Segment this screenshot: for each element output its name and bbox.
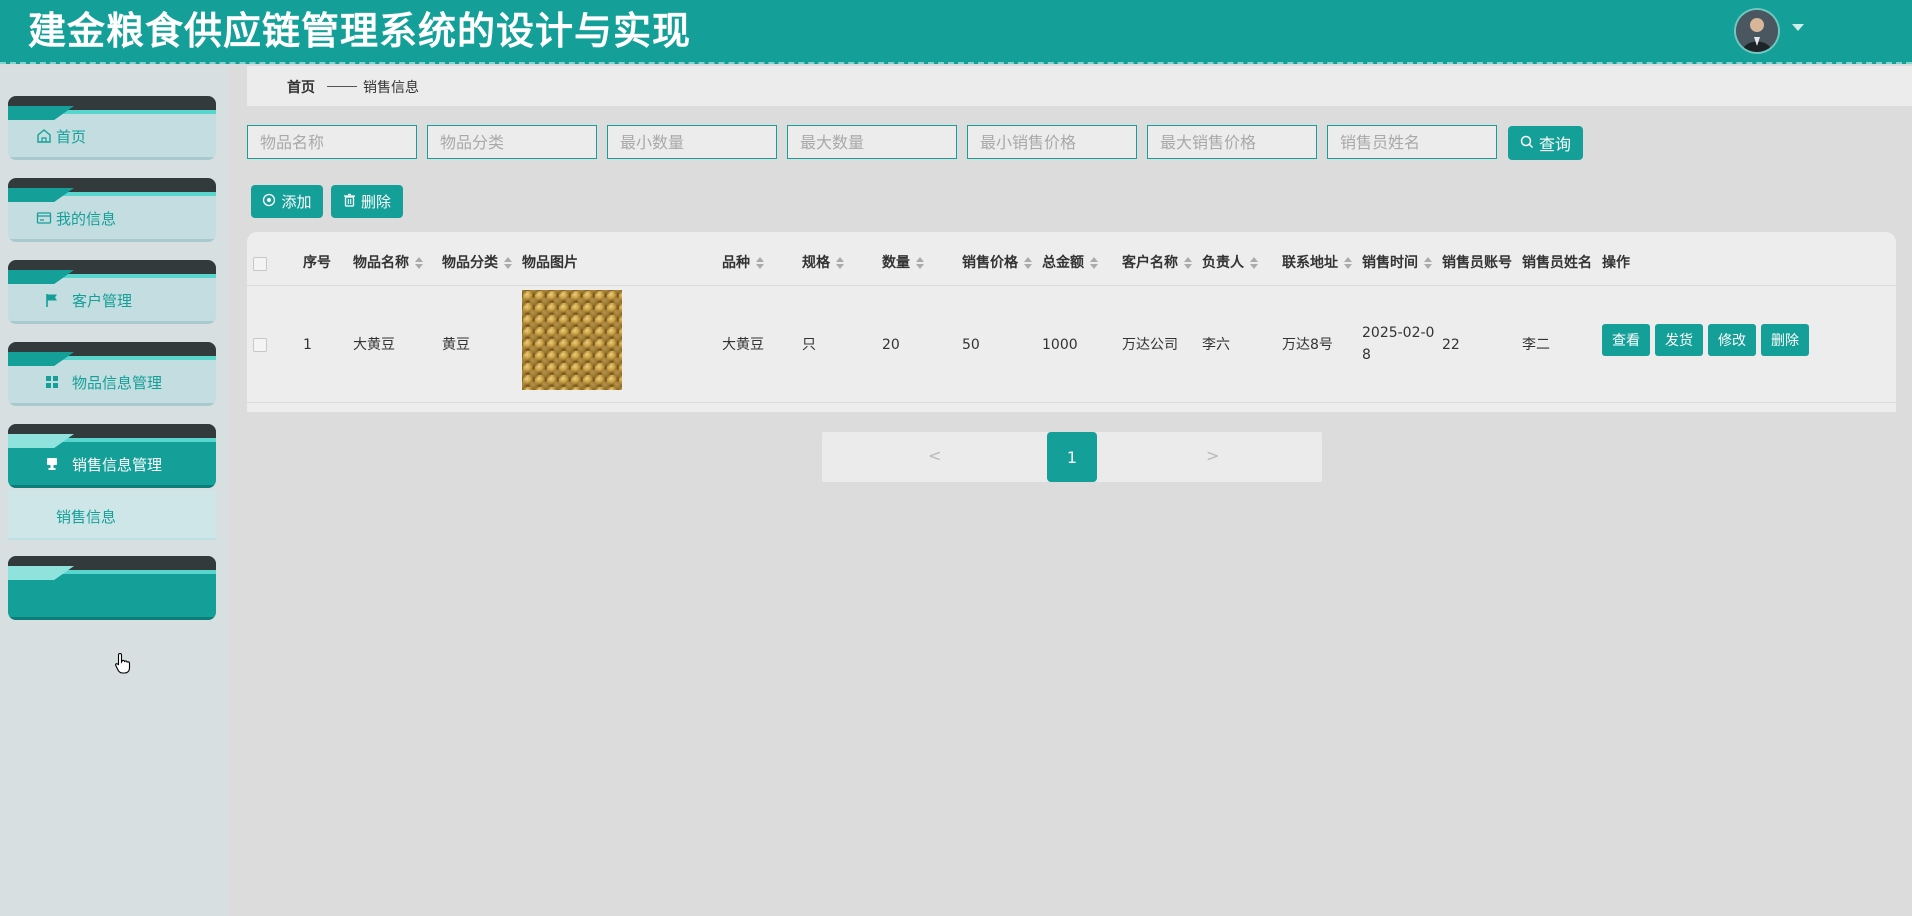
column-header-sortable[interactable]: 物品名称: [353, 254, 423, 272]
home-icon: [36, 128, 52, 144]
sidebar-item-sales[interactable]: 销售信息管理: [8, 424, 216, 488]
stamp-icon: [44, 456, 60, 472]
ship-button[interactable]: 发货: [1655, 324, 1703, 356]
sidebar-item-label: 我的信息: [56, 210, 117, 228]
cell-category: 黄豆: [442, 337, 470, 353]
breadcrumb: 首页 销售信息: [247, 66, 1912, 106]
sidebar-item-customer[interactable]: 客户管理: [8, 260, 216, 324]
cell-customer: 万达公司: [1122, 337, 1178, 353]
max-quantity-input[interactable]: [787, 125, 957, 159]
header-divider: [247, 285, 1896, 286]
breadcrumb-separator: [327, 86, 357, 87]
next-page-button[interactable]: >: [1206, 446, 1219, 465]
column-header: 销售员账号: [1442, 255, 1512, 271]
goods-name-input[interactable]: [247, 125, 417, 159]
sales-table: 序号 物品名称 物品分类 物品图片 品种 规格 数量 销售价格 总金额 客户名称…: [247, 232, 1896, 412]
submenu-item-sales-info[interactable]: 销售信息: [56, 506, 116, 527]
cell-sale-time-line1: 2025-02-0: [1362, 325, 1435, 341]
seller-name-input[interactable]: [1327, 125, 1497, 159]
column-header: 销售员姓名: [1522, 255, 1592, 271]
sidebar-item-label: 销售信息管理: [72, 456, 163, 474]
delete-button[interactable]: 删除: [331, 185, 403, 218]
column-header-sortable[interactable]: 数量: [882, 254, 924, 272]
cell-goods-name: 大黄豆: [353, 337, 395, 353]
user-menu-caret-icon[interactable]: [1792, 24, 1804, 31]
goods-image[interactable]: [522, 290, 622, 390]
cell-address: 万达8号: [1282, 337, 1333, 353]
delete-button-label: 删除: [360, 193, 391, 211]
sidebar-item-label: 客户管理: [72, 292, 133, 310]
select-all-checkbox[interactable]: [253, 257, 267, 271]
cell-sale-time-line2: 8: [1362, 347, 1371, 363]
column-header-sortable[interactable]: 规格: [802, 254, 844, 272]
min-price-input[interactable]: [967, 125, 1137, 159]
column-header-sortable[interactable]: 总金额: [1042, 254, 1098, 272]
column-header: 序号: [303, 255, 331, 271]
view-button[interactable]: 查看: [1602, 324, 1650, 356]
trash-icon: [343, 193, 356, 211]
min-quantity-input[interactable]: [607, 125, 777, 159]
prev-page-button[interactable]: <: [928, 446, 941, 465]
sidebar-submenu: 销售信息: [8, 490, 216, 540]
cell-spec: 只: [802, 337, 816, 353]
column-header-sortable[interactable]: 客户名称: [1122, 254, 1192, 272]
sidebar-item-home[interactable]: 首页: [8, 96, 216, 160]
cell-seller-account: 22: [1442, 337, 1460, 353]
cell-index: 1: [303, 337, 312, 353]
row-checkbox[interactable]: [253, 338, 267, 352]
max-price-input[interactable]: [1147, 125, 1317, 159]
sidebar: 首页 我的信息 客户管理 物品信息管理 销售信息管理 销售信息: [0, 66, 228, 916]
column-header-sortable[interactable]: 负责人: [1202, 254, 1258, 272]
breadcrumb-home[interactable]: 首页: [287, 77, 315, 97]
search-button-label: 查询: [1538, 135, 1571, 154]
column-header: 操作: [1602, 255, 1630, 271]
row-divider: [247, 402, 1896, 403]
cell-quantity: 20: [882, 337, 900, 353]
flag-icon: [44, 292, 60, 308]
column-header-sortable[interactable]: 品种: [722, 254, 764, 272]
search-icon: [1520, 134, 1534, 153]
sidebar-item-label: 首页: [56, 128, 87, 146]
breadcrumb-current: 销售信息: [363, 80, 419, 96]
edit-button[interactable]: 修改: [1708, 324, 1756, 356]
top-header: 建金粮食供应链管理系统的设计与实现: [0, 0, 1912, 64]
grid-icon: [44, 374, 60, 390]
pagination: < 1 >: [822, 432, 1322, 482]
sidebar-item-my-info[interactable]: 我的信息: [8, 178, 216, 242]
id-card-icon: [36, 210, 52, 226]
sidebar-item-label: 物品信息管理: [72, 374, 163, 392]
cell-variety: 大黄豆: [722, 337, 764, 353]
column-header-sortable[interactable]: 销售时间: [1362, 254, 1432, 272]
cell-price: 50: [962, 337, 980, 353]
cell-manager: 李六: [1202, 337, 1230, 353]
app-title: 建金粮食供应链管理系统的设计与实现: [28, 9, 692, 53]
column-header-sortable[interactable]: 联系地址: [1282, 254, 1352, 272]
add-circle-icon: [262, 193, 276, 211]
goods-category-input[interactable]: [427, 125, 597, 159]
column-header-sortable[interactable]: 销售价格: [962, 254, 1032, 272]
hand-cursor-icon: [114, 652, 132, 678]
row-delete-button[interactable]: 删除: [1761, 324, 1809, 356]
column-header-sortable[interactable]: 物品分类: [442, 254, 512, 272]
add-button[interactable]: 添加: [251, 185, 323, 218]
column-header: 物品图片: [522, 255, 578, 271]
user-avatar[interactable]: [1736, 10, 1778, 52]
cell-total: 1000: [1042, 337, 1078, 353]
page-1-button[interactable]: 1: [1047, 432, 1097, 482]
search-button[interactable]: 查询: [1508, 126, 1583, 160]
cell-seller-name: 李二: [1522, 337, 1550, 353]
sidebar-item-goods[interactable]: 物品信息管理: [8, 342, 216, 406]
add-button-label: 添加: [281, 193, 312, 211]
sidebar-item-extra[interactable]: [8, 556, 216, 620]
